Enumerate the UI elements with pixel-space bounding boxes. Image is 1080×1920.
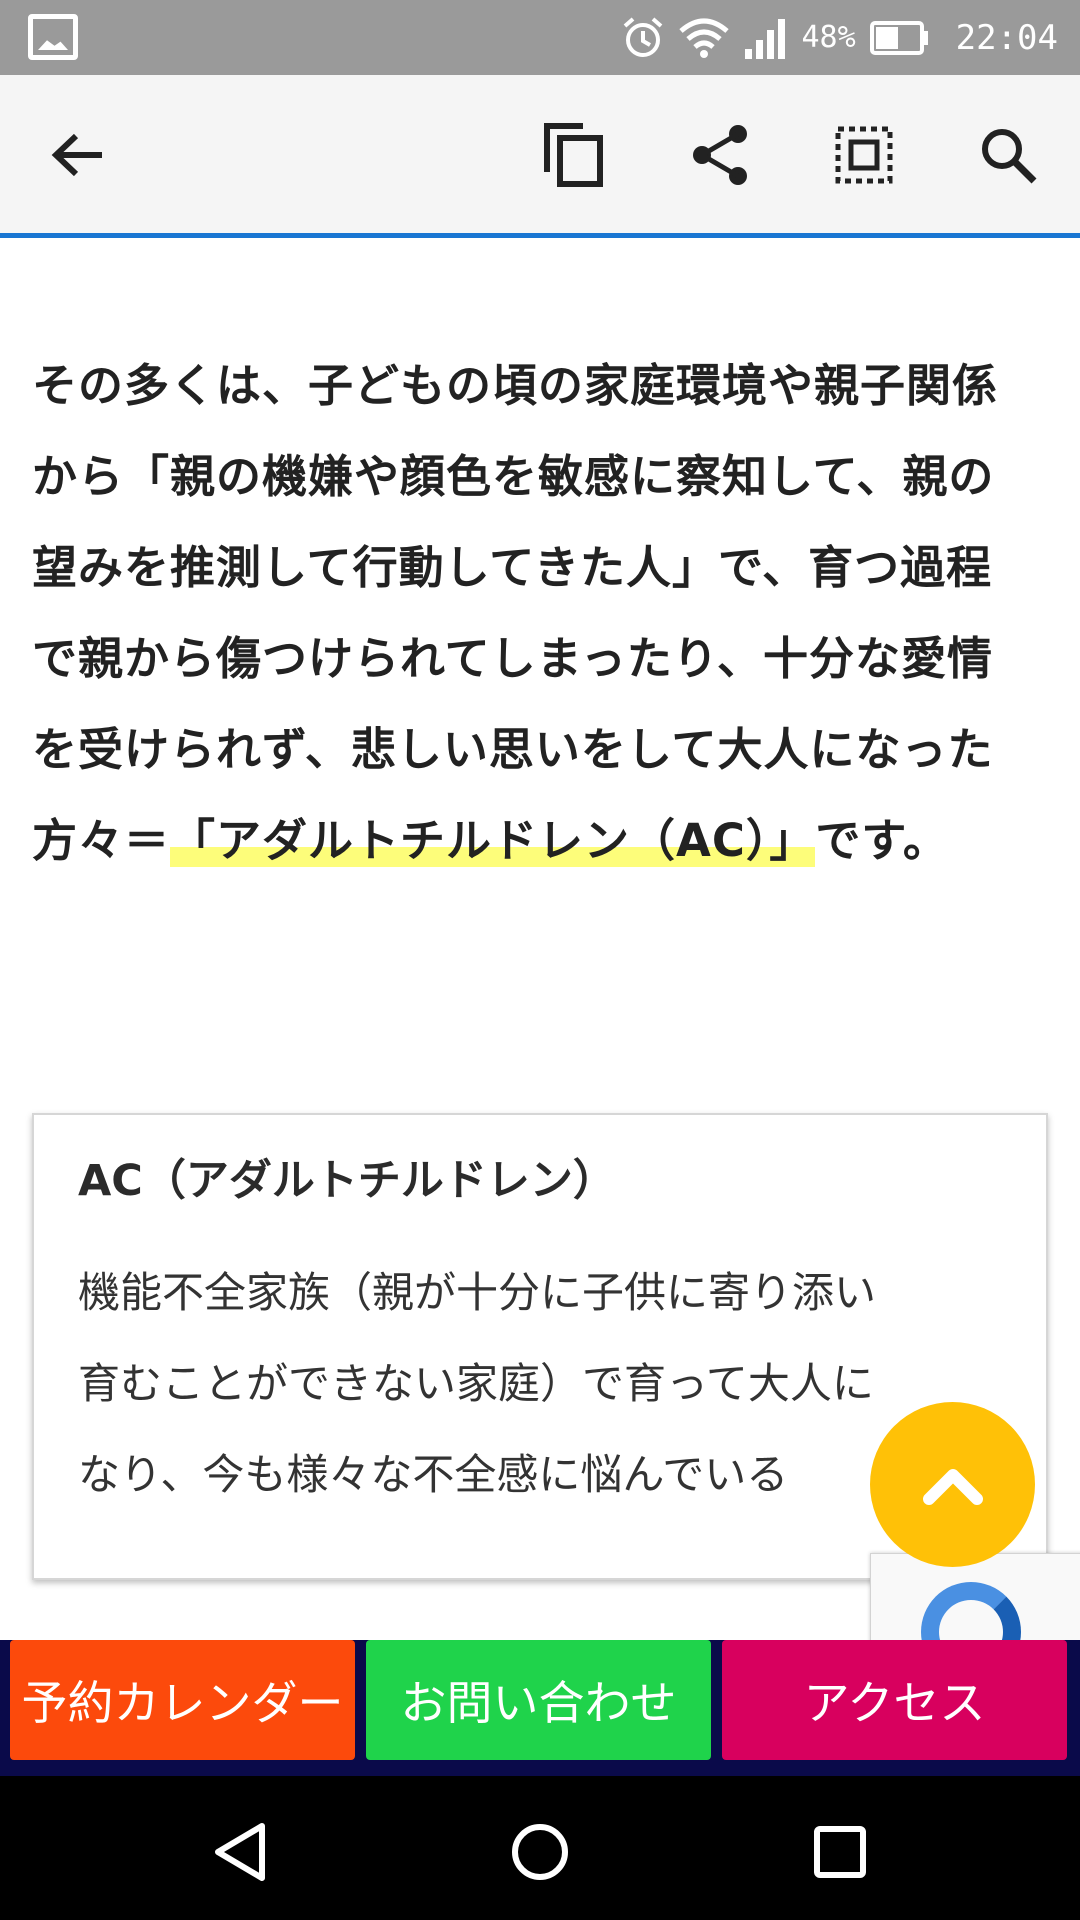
wifi-icon: [679, 18, 730, 58]
clock: 22:04: [955, 17, 1058, 58]
share-button[interactable]: [680, 115, 760, 195]
paragraph-line: その多くは、子どもの頃の家庭環境や親子関係: [32, 359, 999, 412]
system-home-button[interactable]: [500, 1812, 580, 1892]
triangle-back-icon: [215, 1823, 265, 1881]
card-body-line: 機能不全家族（親が十分に子供に寄り添い: [78, 1268, 877, 1317]
bottom-action-bar: 予約カレンダー お問い合わせ アクセス: [0, 1640, 1080, 1776]
article-content: その多くは、子どもの頃の家庭環境や親子関係 から「親の機嫌や顔色を敏感に察知して…: [32, 340, 1042, 886]
status-indicators: 48% 22:04: [621, 0, 1058, 75]
battery-percent: 48%: [801, 20, 856, 55]
signal-icon: [745, 18, 786, 59]
select-all-icon: [835, 126, 893, 184]
search-icon: [982, 129, 1037, 184]
access-button[interactable]: アクセス: [722, 1640, 1067, 1760]
gallery-notification-icon: [28, 14, 78, 60]
circle-home-icon: [512, 1824, 568, 1880]
card-body-line: なり、今も様々な不全感に悩んでいる: [78, 1450, 789, 1499]
paragraph-line: で親から傷つけられてしまったり、十分な愛情: [32, 632, 994, 685]
status-bar: 48% 22:04: [0, 0, 1080, 75]
copy-button[interactable]: [534, 115, 614, 195]
contact-button[interactable]: お問い合わせ: [366, 1640, 711, 1760]
last-line-prefix: 方々＝: [32, 814, 171, 867]
alarm-icon: [624, 16, 663, 57]
system-back-button[interactable]: [200, 1812, 280, 1892]
article-paragraph: その多くは、子どもの頃の家庭環境や親子関係 から「親の機嫌や顔色を敏感に察知して…: [32, 340, 1042, 886]
system-recents-button[interactable]: [800, 1812, 880, 1892]
back-arrow-icon: [51, 133, 102, 177]
square-recents-icon: [814, 1826, 866, 1878]
card-title: AC（アダルトチルドレン）: [78, 1156, 616, 1206]
battery-icon: [869, 20, 928, 55]
share-icon: [693, 125, 747, 185]
copy-icon: [544, 123, 603, 187]
app-toolbar: [0, 75, 1080, 238]
recaptcha-logo-icon: [921, 1582, 1021, 1644]
card-body: 機能不全家族（親が十分に子供に寄り添い 育むことができない家庭）で育って大人に …: [78, 1247, 1002, 1520]
paragraph-line: を受けられず、悲しい思いをして大人になった: [32, 723, 994, 776]
back-button[interactable]: [38, 115, 118, 195]
last-line-suffix: です。: [815, 814, 949, 867]
search-button[interactable]: [968, 115, 1048, 195]
select-all-button[interactable]: [824, 115, 904, 195]
paragraph-line-last: 方々＝「アダルトチルドレン（AC）」です。: [32, 795, 1042, 886]
chevron-up-icon: [922, 1468, 983, 1505]
paragraph-line: から「親の機嫌や顔色を敏感に察知して、親の: [32, 450, 995, 503]
recaptcha-badge[interactable]: [870, 1553, 1080, 1645]
system-navigation-bar: [0, 1776, 1080, 1920]
highlighted-term: 「アダルトチルドレン（AC）」: [170, 814, 816, 867]
card-body-line: 育むことができない家庭）で育って大人に: [78, 1359, 874, 1408]
paragraph-line: 望みを推測して行動してきた人」で、育つ過程: [32, 541, 993, 594]
reservation-calendar-button[interactable]: 予約カレンダー: [10, 1640, 355, 1760]
scroll-to-top-button[interactable]: [870, 1402, 1035, 1567]
